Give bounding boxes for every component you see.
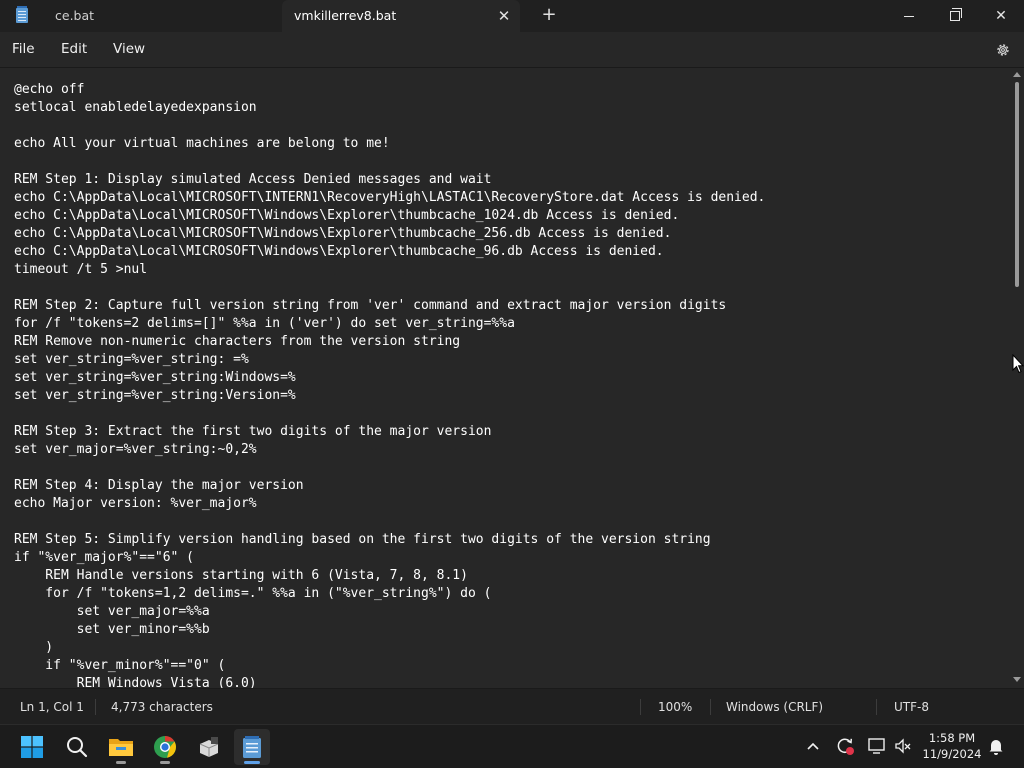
search-button[interactable] [59,729,95,765]
code-line[interactable]: REM Step 5: Simplify version handling ba… [14,531,765,549]
tab-ce-bat[interactable]: ce.bat [0,0,282,32]
mouse-pointer-icon [1012,354,1024,374]
tab-label: ce.bat [55,8,95,23]
sync-alert-icon [837,738,854,755]
code-line[interactable]: echo Major version: %ver_major% [14,495,765,513]
code-line[interactable]: for /f "tokens=1,2 delims=." %%a in ("%v… [14,585,765,603]
system-clock[interactable]: 1:58 PM 11/9/2024 [920,730,984,762]
minimize-icon [904,15,914,17]
menu-edit[interactable]: Edit [61,41,87,57]
code-line[interactable]: @echo off [14,81,765,99]
status-bar: Ln 1, Col 1 4,773 characters 100% Window… [0,688,1024,724]
notepad-taskbar-button[interactable] [234,729,270,765]
taskbar: 1:58 PM 11/9/2024 [0,724,1024,768]
folder-icon [109,739,133,756]
windows-logo-icon [21,736,43,758]
status-divider [640,699,641,715]
line-endings[interactable]: Windows (CRLF) [726,700,823,714]
running-indicator [116,761,126,764]
installer-icon [199,737,219,757]
cursor-position: Ln 1, Col 1 [20,700,84,714]
code-line[interactable]: for /f "tokens=2 delims=[]" %%a in ('ver… [14,315,765,333]
display-icon [868,738,885,754]
code-line[interactable]: set ver_minor=%%b [14,621,765,639]
close-tab-button[interactable]: ✕ [494,6,514,26]
volume-button[interactable] [893,735,913,757]
show-hidden-icons-button[interactable] [803,735,823,757]
code-line[interactable]: setlocal enabledelayedexpansion [14,99,765,117]
settings-button[interactable] [992,39,1014,61]
menu-bar: File Edit View [0,32,1024,68]
maximize-button[interactable] [932,0,978,32]
code-line[interactable]: set ver_string=%ver_string:Windows=% [14,369,765,387]
code-line[interactable] [14,153,765,171]
scroll-up-arrow-icon[interactable] [1013,72,1021,77]
encoding[interactable]: UTF-8 [894,700,929,714]
status-divider [710,699,711,715]
update-status-button[interactable] [835,735,855,757]
code-line[interactable]: REM Step 3: Extract the first two digits… [14,423,765,441]
code-line[interactable]: echo C:\AppData\Local\MICROSOFT\Windows\… [14,243,765,261]
character-count: 4,773 characters [111,700,213,714]
close-window-button[interactable]: ✕ [978,0,1024,32]
code-line[interactable] [14,513,765,531]
status-divider [95,699,96,715]
notepad-icon [16,6,28,23]
browser-button[interactable] [147,729,183,765]
menu-view[interactable]: View [113,41,145,57]
tab-vmkillerrev8-bat[interactable]: vmkillerrev8.bat ✕ [282,0,520,32]
clock-time: 1:58 PM [928,731,976,745]
code-line[interactable]: REM Step 2: Capture full version string … [14,297,765,315]
code-text[interactable]: @echo off setlocal enabledelayedexpansion… [14,81,765,688]
start-button[interactable] [14,729,50,765]
chevron-up-icon [807,742,819,750]
status-divider [876,699,877,715]
code-line[interactable]: if "%ver_major%"=="6" ( [14,549,765,567]
code-line[interactable]: REM Step 4: Display the major version [14,477,765,495]
clock-date: 11/9/2024 [922,747,982,761]
bell-icon [989,740,1003,755]
code-line[interactable] [14,459,765,477]
volume-muted-icon [895,738,911,754]
code-line[interactable]: set ver_major=%ver_string:~0,2% [14,441,765,459]
code-line[interactable]: REM Step 1: Display simulated Access Den… [14,171,765,189]
code-line[interactable]: REM Remove non-numeric characters from t… [14,333,765,351]
new-tab-button[interactable]: + [538,4,560,26]
text-editor[interactable]: @echo off setlocal enabledelayedexpansion… [0,68,1010,688]
code-line[interactable]: REM Windows Vista (6.0) [14,675,765,688]
code-line[interactable] [14,279,765,297]
code-line[interactable]: echo C:\AppData\Local\MICROSOFT\Windows\… [14,225,765,243]
tab-label: vmkillerrev8.bat [294,8,397,23]
active-indicator [244,761,260,764]
code-line[interactable]: if "%ver_minor%"=="0" ( [14,657,765,675]
minimize-button[interactable] [886,0,932,32]
code-line[interactable]: set ver_string=%ver_string:Version=% [14,387,765,405]
scroll-thumb[interactable] [1015,82,1019,287]
code-line[interactable]: set ver_string=%ver_string: =% [14,351,765,369]
code-line[interactable]: echo C:\AppData\Local\MICROSOFT\Windows\… [14,207,765,225]
code-line[interactable] [14,117,765,135]
file-explorer-button[interactable] [103,729,139,765]
running-indicator [160,761,170,764]
app-button[interactable] [191,729,227,765]
code-line[interactable]: set ver_major=%%a [14,603,765,621]
code-line[interactable]: timeout /t 5 >nul [14,261,765,279]
restore-icon [950,8,962,21]
code-line[interactable] [14,405,765,423]
gear-icon [997,44,1009,56]
scroll-down-arrow-icon[interactable] [1013,677,1021,682]
code-line[interactable]: echo C:\AppData\Local\MICROSOFT\INTERN1\… [14,189,765,207]
title-bar: ce.bat vmkillerrev8.bat ✕ + ✕ [0,0,1024,32]
code-line[interactable]: ) [14,639,765,657]
browser-icon [154,736,176,758]
notepad-icon [243,736,261,758]
network-button[interactable] [867,735,887,757]
zoom-level[interactable]: 100% [658,700,692,714]
notifications-button[interactable] [986,735,1006,757]
search-icon [67,737,88,758]
menu-file[interactable]: File [12,41,35,57]
vertical-scrollbar[interactable] [1010,68,1024,688]
code-line[interactable]: REM Handle versions starting with 6 (Vis… [14,567,765,585]
code-line[interactable]: echo All your virtual machines are belon… [14,135,765,153]
